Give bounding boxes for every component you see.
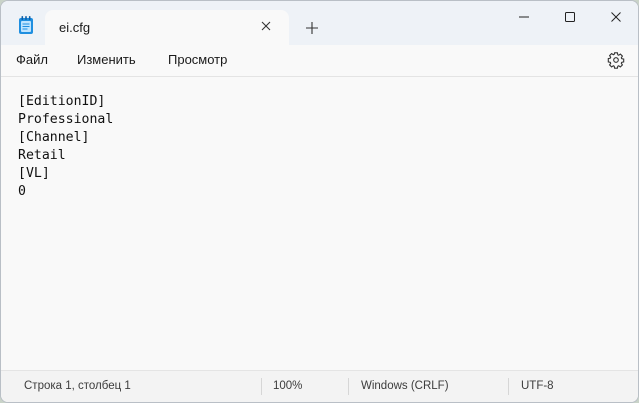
menu-bar: Файл Изменить Просмотр (1, 45, 638, 77)
status-divider (348, 378, 349, 395)
maximize-icon (565, 12, 575, 22)
notepad-icon (19, 16, 33, 34)
tab-title: ei.cfg (59, 20, 91, 35)
status-divider (261, 378, 262, 395)
zoom-level[interactable]: 100% (273, 380, 302, 392)
menu-file[interactable]: Файл (16, 52, 48, 67)
status-divider (508, 378, 509, 395)
tab-close-icon[interactable] (258, 18, 274, 34)
title-bar[interactable]: ei.cfg (1, 1, 638, 45)
text-editor-area[interactable]: [EditionID] Professional [Channel] Retai… (1, 77, 638, 371)
status-bar: Строка 1, столбец 1 100% Windows (CRLF) … (1, 370, 638, 402)
line-endings[interactable]: Windows (CRLF) (361, 380, 449, 392)
cursor-position: Строка 1, столбец 1 (24, 380, 131, 392)
tab-ei-cfg[interactable]: ei.cfg (45, 10, 289, 45)
gear-icon[interactable] (607, 51, 625, 69)
close-icon (611, 12, 621, 22)
maximize-button[interactable] (547, 1, 593, 33)
menu-edit[interactable]: Изменить (77, 52, 136, 67)
minimize-button[interactable] (501, 1, 547, 33)
editor-content[interactable]: [EditionID] Professional [Channel] Retai… (18, 93, 113, 201)
minimize-icon (519, 16, 529, 18)
notepad-window: ei.cfg Файл Изменить Просмотр [EditionID… (0, 0, 639, 403)
close-window-button[interactable] (593, 1, 638, 33)
encoding[interactable]: UTF-8 (521, 380, 554, 392)
new-tab-plus-icon[interactable] (303, 19, 321, 37)
menu-view[interactable]: Просмотр (168, 52, 227, 67)
